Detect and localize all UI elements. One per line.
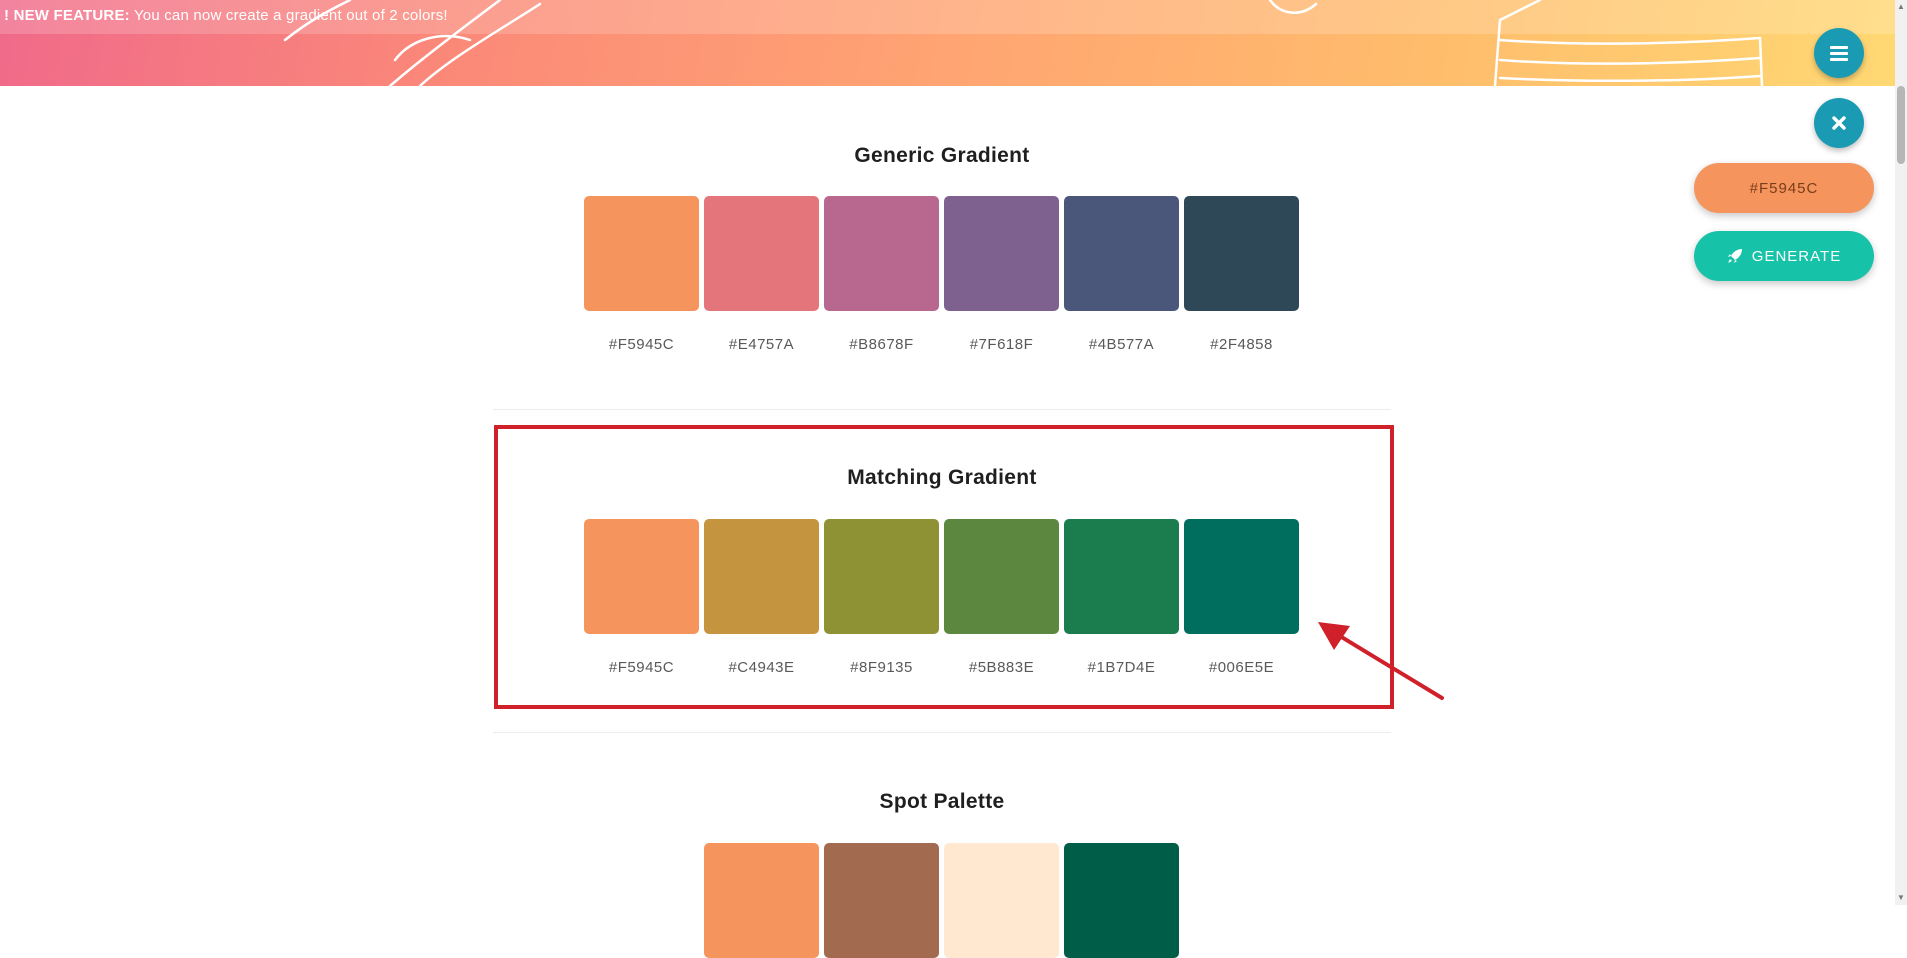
scroll-down-icon[interactable]: ▼ — [1895, 891, 1907, 905]
section-title: Spot Palette — [879, 790, 1005, 813]
section-divider — [493, 732, 1391, 733]
announcement-label: ! NEW FEATURE: — [4, 7, 130, 24]
current-color-button[interactable]: #F5945C — [1694, 163, 1874, 213]
menu-button[interactable] — [1814, 28, 1864, 78]
color-swatch[interactable] — [1184, 196, 1299, 311]
swatch-hex[interactable]: #E4757A — [704, 336, 819, 353]
announcement-text: ! NEW FEATURE: You can now create a grad… — [4, 7, 448, 24]
bars-icon — [1830, 46, 1848, 61]
feature-banner: ! NEW FEATURE: You can now create a grad… — [0, 0, 1895, 86]
section-divider — [493, 409, 1391, 410]
swatch-hex[interactable]: #4B577A — [1064, 336, 1179, 353]
page-scrollbar[interactable]: ▲ ▼ — [1895, 0, 1907, 905]
generate-label: GENERATE — [1751, 247, 1842, 265]
section-title: Generic Gradient — [854, 144, 1030, 167]
color-swatch[interactable] — [1064, 196, 1179, 311]
close-button[interactable] — [1814, 98, 1864, 148]
swatch-hex[interactable]: #B8678F — [824, 336, 939, 353]
color-swatch[interactable] — [584, 196, 699, 311]
swatch-hex[interactable]: #7F618F — [944, 336, 1059, 353]
color-swatch[interactable] — [824, 196, 939, 311]
announcement-message: You can now create a gradient out of 2 c… — [133, 7, 448, 24]
color-swatch[interactable] — [1064, 843, 1179, 958]
scroll-thumb[interactable] — [1897, 86, 1905, 164]
color-swatch[interactable] — [824, 843, 939, 958]
color-swatch[interactable] — [944, 843, 1059, 958]
scroll-up-icon[interactable]: ▲ — [1895, 0, 1907, 14]
times-icon — [1832, 116, 1846, 130]
swatch-hex[interactable]: #2F4858 — [1184, 336, 1299, 353]
annotation-arrow-icon — [1318, 622, 1444, 700]
generate-button[interactable]: GENERATE — [1694, 231, 1874, 281]
rocket-icon — [1727, 249, 1742, 263]
color-swatch[interactable] — [944, 196, 1059, 311]
color-swatch[interactable] — [704, 843, 819, 958]
current-color-value: #F5945C — [1749, 179, 1819, 197]
color-swatch[interactable] — [704, 196, 819, 311]
swatch-hex[interactable]: #F5945C — [584, 336, 699, 353]
highlight-box — [494, 425, 1394, 709]
